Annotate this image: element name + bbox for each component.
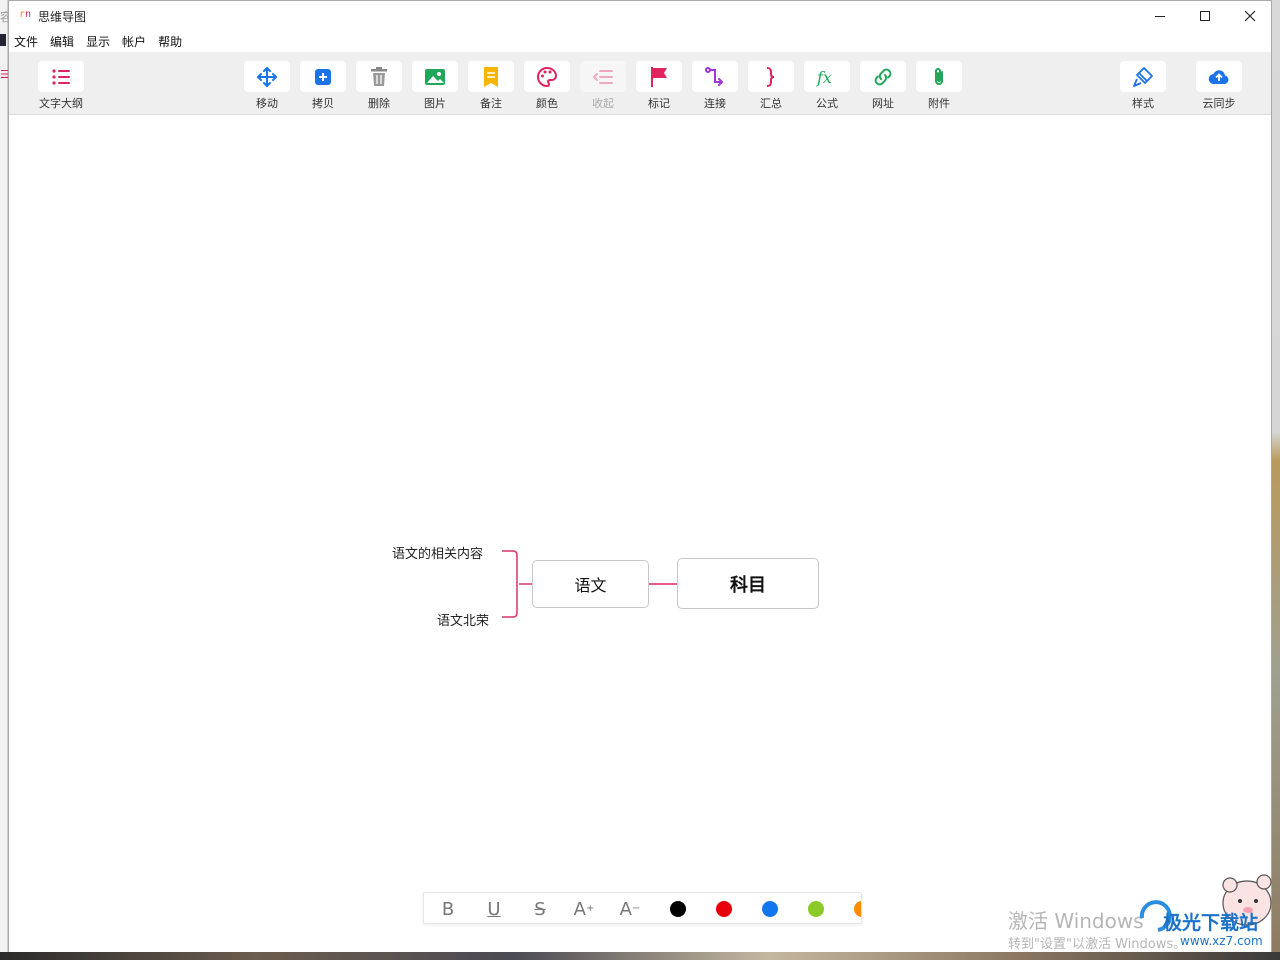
palette-icon xyxy=(537,66,558,87)
cloud-sync-button[interactable]: 云同步 xyxy=(1195,61,1243,111)
main-topic-node[interactable]: 语文 xyxy=(532,560,649,608)
collapse-button[interactable]: 收起 xyxy=(579,61,627,111)
menu-edit[interactable]: 编辑 xyxy=(50,33,74,50)
copy-icon xyxy=(315,68,331,85)
subtopic-node[interactable]: 语文的相关内容 xyxy=(392,543,483,562)
delete-button[interactable]: 删除 xyxy=(355,61,403,111)
image-label: 图片 xyxy=(424,97,446,110)
color-button[interactable]: 颜色 xyxy=(523,61,571,111)
menu-help[interactable]: 帮助 xyxy=(158,33,182,50)
attachment-label: 附件 xyxy=(928,97,950,110)
bold-button[interactable]: B xyxy=(430,893,466,923)
move-arrows-icon xyxy=(257,66,277,87)
connect-icon xyxy=(705,66,724,86)
underline-button[interactable]: U xyxy=(476,893,512,923)
url-button[interactable]: 网址 xyxy=(859,61,907,111)
increase-font-button[interactable]: A + xyxy=(566,893,602,923)
color-swatch-black[interactable] xyxy=(670,901,686,917)
paint-brush-icon xyxy=(1133,66,1153,87)
site-logo-url: www.xz7.com xyxy=(1180,934,1263,948)
color-swatch-orange[interactable] xyxy=(854,901,861,917)
style-button[interactable]: 样式 xyxy=(1119,61,1167,111)
image-icon xyxy=(425,68,445,85)
menu-view[interactable]: 显示 xyxy=(86,33,110,50)
maximize-button[interactable] xyxy=(1182,1,1228,31)
color-swatch-red[interactable] xyxy=(716,901,732,917)
format-toolbar: B U S A + A − xyxy=(423,892,862,924)
color-swatch-blue[interactable] xyxy=(762,901,778,917)
title-bar[interactable]: rn 思维导图 xyxy=(9,1,1271,31)
desktop-right-edge xyxy=(1272,0,1280,960)
flag-icon xyxy=(651,66,667,87)
summary-label: 汇总 xyxy=(760,97,782,110)
toolbar: 文字大纲 移动 拷贝 删除 图片 备注 颜色 收起 标记 连接 汇总 fx 公式… xyxy=(9,52,1271,115)
app-logo-icon: rn xyxy=(19,9,32,20)
delete-label: 删除 xyxy=(368,97,390,110)
app-window: rn 思维导图 文件 编辑 显示 帐户 帮助 文字大纲 移动 拷贝 删除 图片 … xyxy=(8,0,1272,952)
minimize-button[interactable] xyxy=(1137,1,1183,31)
summary-button[interactable]: 汇总 xyxy=(747,61,795,111)
move-button[interactable]: 移动 xyxy=(243,61,291,111)
copy-label: 拷贝 xyxy=(312,97,334,110)
color-swatch-green[interactable] xyxy=(808,901,824,917)
mark-button[interactable]: 标记 xyxy=(635,61,683,111)
color-label: 颜色 xyxy=(536,97,558,110)
formula-icon: fx xyxy=(816,68,832,87)
image-button[interactable]: 图片 xyxy=(411,61,459,111)
maximize-icon xyxy=(1200,11,1210,21)
desktop-taskbar-strip xyxy=(0,952,1280,960)
root-node[interactable]: 科目 xyxy=(677,558,819,609)
minimize-icon xyxy=(1155,15,1165,17)
menu-bar: 文件 编辑 显示 帐户 帮助 xyxy=(9,31,1271,52)
mark-label: 标记 xyxy=(648,97,670,110)
move-label: 移动 xyxy=(256,97,278,110)
attachment-button[interactable]: 附件 xyxy=(915,61,963,111)
minus-icon: − xyxy=(631,902,641,914)
outline-label: 文字大纲 xyxy=(39,97,83,110)
connect-label: 连接 xyxy=(704,97,726,110)
trash-icon xyxy=(371,66,387,86)
list-icon xyxy=(52,68,70,85)
subtopic-node[interactable]: 语文北荣 xyxy=(437,610,489,629)
note-button[interactable]: 备注 xyxy=(467,61,515,111)
decrease-font-button[interactable]: A − xyxy=(612,893,648,923)
cloud-upload-icon xyxy=(1208,69,1229,84)
branch-connector xyxy=(502,550,532,618)
paperclip-icon xyxy=(935,67,943,85)
url-label: 网址 xyxy=(872,97,894,110)
strikethrough-button[interactable]: S xyxy=(522,893,558,923)
brace-icon xyxy=(766,66,775,87)
collapse-icon xyxy=(592,69,613,84)
plus-icon: + xyxy=(585,902,595,914)
svg-text:fx: fx xyxy=(816,68,832,87)
collapse-label: 收起 xyxy=(592,97,614,110)
menu-file[interactable]: 文件 xyxy=(14,33,38,50)
increase-font-label: A xyxy=(573,898,586,920)
outline-button[interactable]: 文字大纲 xyxy=(37,61,85,111)
site-logo-text: 极光下载站 xyxy=(1163,912,1259,934)
window-title: 思维导图 xyxy=(38,10,87,24)
menu-account[interactable]: 帐户 xyxy=(122,33,146,50)
copy-button[interactable]: 拷贝 xyxy=(299,61,347,111)
close-icon xyxy=(1244,10,1256,22)
formula-button[interactable]: fx 公式 xyxy=(803,61,851,111)
decrease-font-label: A xyxy=(619,898,632,920)
mindmap-canvas[interactable]: 科目 语文 语文的相关内容 语文北荣 B U S A + A − xyxy=(9,116,1271,952)
note-icon xyxy=(484,66,498,87)
close-button[interactable] xyxy=(1227,1,1273,31)
formula-label: 公式 xyxy=(816,97,838,110)
connect-button[interactable]: 连接 xyxy=(691,61,739,111)
mindmap-connectors xyxy=(502,550,677,618)
desktop-left-edge: 容 ☰ xyxy=(0,0,12,960)
style-label: 样式 xyxy=(1132,97,1154,110)
cloud-sync-label: 云同步 xyxy=(1202,97,1236,110)
link-icon xyxy=(874,68,892,85)
note-label: 备注 xyxy=(480,97,502,110)
